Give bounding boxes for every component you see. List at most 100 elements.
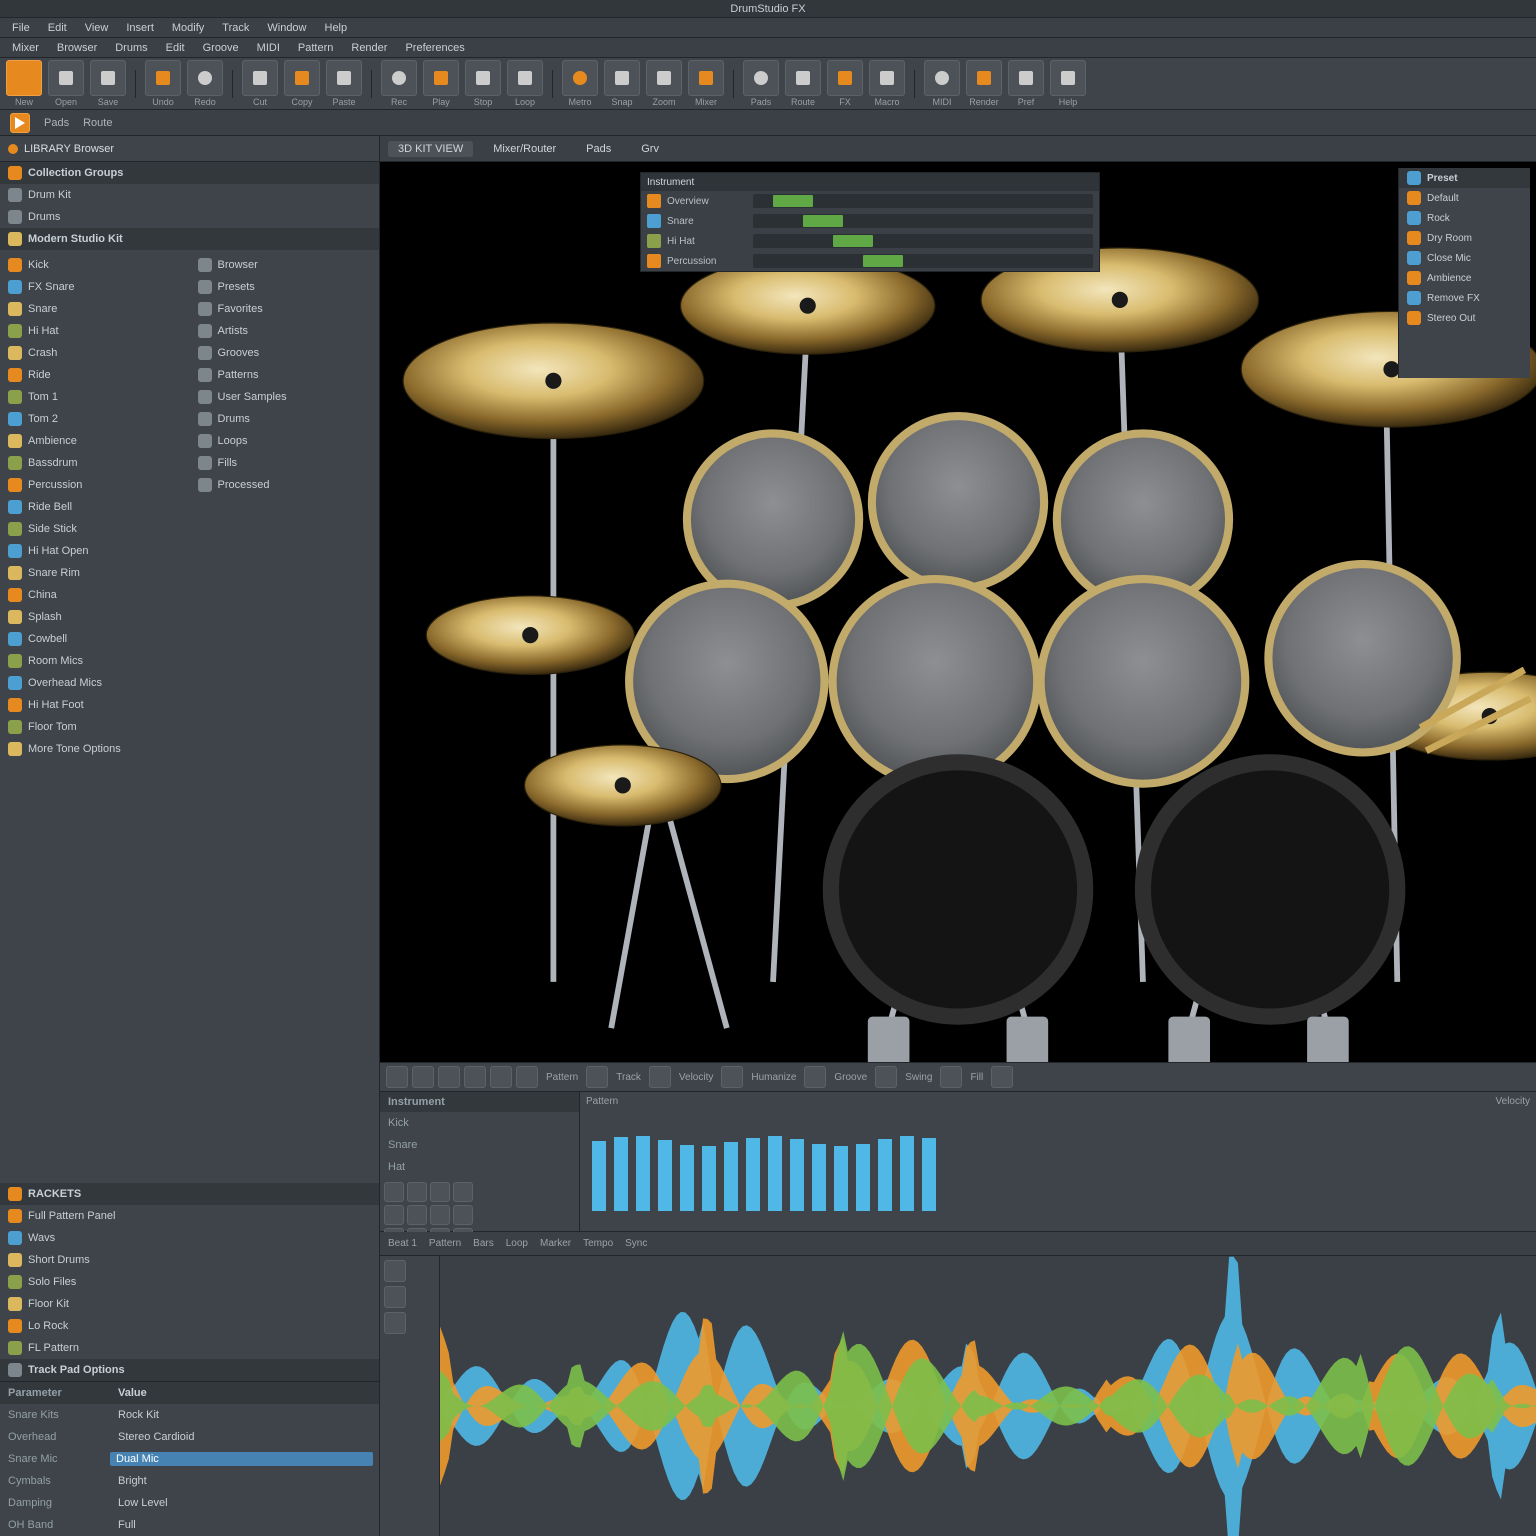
toolbtn-stop[interactable] xyxy=(465,60,501,96)
timeline-head-item[interactable]: Loop xyxy=(506,1238,528,1249)
pattern-track[interactable]: Snare xyxy=(380,1134,579,1156)
preset-item[interactable]: Dry Room xyxy=(1399,228,1530,248)
editor-toolbtn[interactable] xyxy=(721,1066,743,1088)
center-tab[interactable]: Grv xyxy=(631,141,669,157)
toolbtn-metro[interactable] xyxy=(562,60,598,96)
menu2-edit[interactable]: Edit xyxy=(166,42,185,54)
preset-item[interactable]: Default xyxy=(1399,188,1530,208)
browser-item[interactable]: Overhead Mics xyxy=(0,672,190,694)
toolbtn-rec[interactable] xyxy=(381,60,417,96)
pad-button[interactable] xyxy=(407,1205,427,1225)
editor-toolbtn[interactable] xyxy=(875,1066,897,1088)
menu-file[interactable]: File xyxy=(12,22,30,34)
velocity-bar[interactable] xyxy=(790,1139,804,1211)
browser-item[interactable]: Crash xyxy=(0,342,190,364)
track-options-header[interactable]: Track Pad Options xyxy=(0,1359,379,1381)
velocity-bar[interactable] xyxy=(878,1139,892,1211)
preset-item[interactable]: Ambience xyxy=(1399,268,1530,288)
pad-button[interactable] xyxy=(453,1182,473,1202)
velocity-bar[interactable] xyxy=(834,1146,848,1211)
editor-toolbtn[interactable] xyxy=(991,1066,1013,1088)
prop-row[interactable]: OH BandFull xyxy=(0,1514,379,1536)
browser-item[interactable]: Kick xyxy=(0,254,190,276)
menu-modify[interactable]: Modify xyxy=(172,22,204,34)
play-icon[interactable] xyxy=(10,113,30,133)
preset-item[interactable]: Stereo Out xyxy=(1399,308,1530,328)
timeline-head-item[interactable]: Bars xyxy=(473,1238,494,1249)
rackets-header[interactable]: RACKETS xyxy=(0,1183,379,1205)
browser-item[interactable]: Snare Rim xyxy=(0,562,190,584)
browser-item[interactable]: Splash xyxy=(0,606,190,628)
editor-toolbtn[interactable] xyxy=(516,1066,538,1088)
timeline-head-item[interactable]: Marker xyxy=(540,1238,571,1249)
subbar-pads[interactable]: Pads xyxy=(44,117,69,129)
toolbtn-redo[interactable] xyxy=(187,60,223,96)
subbar-route[interactable]: Route xyxy=(83,117,112,129)
arm-button[interactable] xyxy=(384,1312,406,1334)
velocity-bar[interactable] xyxy=(702,1146,716,1211)
browser-item[interactable]: User Samples xyxy=(190,386,380,408)
center-tab[interactable]: Mixer/Router xyxy=(483,141,566,157)
browser-item[interactable]: FL Pattern xyxy=(0,1337,379,1359)
inspector-row[interactable]: Snare xyxy=(641,211,1099,231)
drum-viewport[interactable]: Instrument OverviewSnareHi HatPercussion… xyxy=(380,162,1536,1062)
browser-item[interactable]: Browser xyxy=(190,254,380,276)
preset-item[interactable]: Rock xyxy=(1399,208,1530,228)
velocity-lane[interactable]: Pattern Velocity xyxy=(580,1092,1536,1231)
toolbtn-fx[interactable] xyxy=(827,60,863,96)
browser-item[interactable]: Processed xyxy=(190,474,380,496)
browser-item[interactable]: Lo Rock xyxy=(0,1315,379,1337)
velocity-bar[interactable] xyxy=(680,1145,694,1211)
browser-item[interactable]: Ambience xyxy=(0,430,190,452)
center-tab[interactable]: Pads xyxy=(576,141,621,157)
toolbtn-copy[interactable] xyxy=(284,60,320,96)
instrument-inspector[interactable]: Instrument OverviewSnareHi HatPercussion xyxy=(640,172,1100,272)
preset-item[interactable]: Remove FX xyxy=(1399,288,1530,308)
velocity-bar[interactable] xyxy=(592,1141,606,1211)
browser-item[interactable]: Tom 2 xyxy=(0,408,190,430)
velocity-bar[interactable] xyxy=(724,1142,738,1211)
toolbtn-pref[interactable] xyxy=(1008,60,1044,96)
browser-item[interactable]: Wavs xyxy=(0,1227,379,1249)
waveform-view[interactable] xyxy=(440,1256,1536,1536)
browser-item[interactable]: Short Drums xyxy=(0,1249,379,1271)
toolbtn-snap[interactable] xyxy=(604,60,640,96)
inspector-row[interactable]: Percussion xyxy=(641,251,1099,271)
prop-row[interactable]: Snare KitsRock Kit xyxy=(0,1404,379,1426)
editor-toolbtn[interactable] xyxy=(804,1066,826,1088)
toolbtn-play[interactable] xyxy=(423,60,459,96)
toolbtn-save[interactable] xyxy=(90,60,126,96)
velocity-bar[interactable] xyxy=(768,1136,782,1211)
toolbtn-midi[interactable] xyxy=(924,60,960,96)
editor-toolbtn[interactable] xyxy=(412,1066,434,1088)
browser-item[interactable]: Favorites xyxy=(190,298,380,320)
timeline-head-item[interactable]: Tempo xyxy=(583,1238,613,1249)
preset-item[interactable]: Close Mic xyxy=(1399,248,1530,268)
menu2-groove[interactable]: Groove xyxy=(203,42,239,54)
timeline-head-item[interactable]: Beat 1 xyxy=(388,1238,417,1249)
prop-row[interactable]: Snare MicDual Mic xyxy=(0,1448,379,1470)
center-tab[interactable]: 3D KIT VIEW xyxy=(388,141,473,157)
menu2-preferences[interactable]: Preferences xyxy=(405,42,464,54)
editor-toolbtn[interactable] xyxy=(386,1066,408,1088)
pattern-track[interactable]: Hat xyxy=(380,1156,579,1178)
velocity-bar[interactable] xyxy=(922,1138,936,1211)
kit-header[interactable]: Modern Studio Kit xyxy=(0,228,379,250)
menu-help[interactable]: Help xyxy=(325,22,348,34)
inspector-row[interactable]: Overview xyxy=(641,191,1099,211)
browser-item[interactable]: Solo Files xyxy=(0,1271,379,1293)
pad-button[interactable] xyxy=(407,1182,427,1202)
menu2-mixer[interactable]: Mixer xyxy=(12,42,39,54)
mute-button[interactable] xyxy=(384,1260,406,1282)
editor-toolbtn[interactable] xyxy=(940,1066,962,1088)
timeline-head-item[interactable]: Sync xyxy=(625,1238,647,1249)
browser-item[interactable]: Hi Hat Open xyxy=(0,540,190,562)
editor-toolbtn[interactable] xyxy=(490,1066,512,1088)
toolbtn-cut[interactable] xyxy=(242,60,278,96)
editor-toolbtn[interactable] xyxy=(438,1066,460,1088)
browser-item[interactable]: Drums xyxy=(190,408,380,430)
toolbtn-new[interactable] xyxy=(6,60,42,96)
menu2-render[interactable]: Render xyxy=(351,42,387,54)
velocity-bar[interactable] xyxy=(746,1138,760,1211)
browser-item[interactable]: Presets xyxy=(190,276,380,298)
